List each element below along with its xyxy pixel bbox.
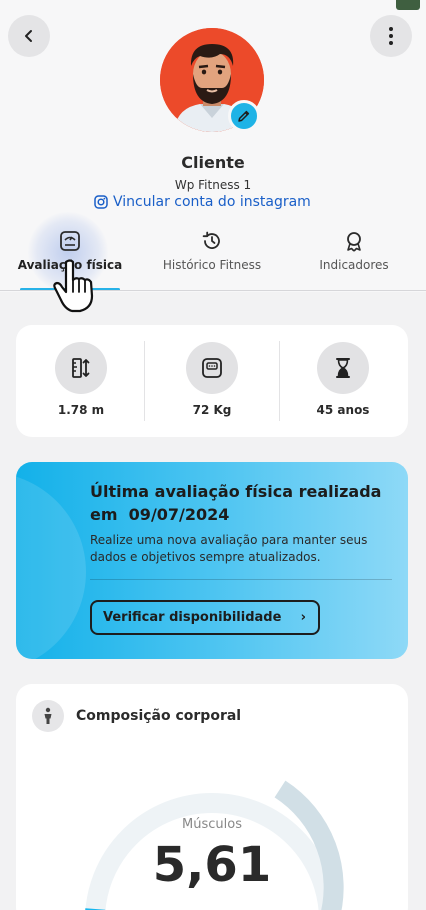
- chevron-right-icon: ›: [300, 610, 306, 625]
- award-icon: [347, 232, 361, 252]
- body-stats-card: 1.78 m 72 Kg 45 anos: [16, 325, 408, 437]
- tab-historico-fitness[interactable]: Histórico Fitness: [152, 230, 272, 290]
- divider: [90, 579, 392, 580]
- person-icon: [44, 707, 52, 724]
- stat-weight: 72 Kg: [147, 325, 277, 437]
- link-instagram-link[interactable]: Vincular conta do instagram: [94, 194, 311, 210]
- chevron-left-icon: [25, 30, 32, 42]
- stat-age: 45 anos: [278, 325, 408, 437]
- check-availability-button[interactable]: Verificar disponibilidade ›: [90, 600, 320, 635]
- button-label: Verificar disponibilidade: [103, 610, 282, 625]
- history-icon: [202, 231, 220, 249]
- more-options-button[interactable]: [370, 15, 412, 57]
- weight-value: 72 Kg: [192, 403, 232, 417]
- stat-icon-circle: [317, 342, 369, 394]
- hourglass-icon: [336, 358, 350, 378]
- stat-height: 1.78 m: [16, 325, 146, 437]
- back-button[interactable]: [8, 15, 50, 57]
- last-evaluation-card: Última avaliação física realizada em 09/…: [16, 462, 408, 659]
- pencil-icon: [238, 110, 250, 122]
- last-evaluation-title: Última avaliação física realizada em 09/…: [90, 480, 390, 526]
- tab-indicadores[interactable]: Indicadores: [294, 230, 414, 290]
- instagram-icon: [94, 195, 108, 209]
- instagram-link-label: Vincular conta do instagram: [113, 194, 311, 210]
- body-composition-card: Composição corporal Músculos 5,61: [16, 684, 408, 910]
- height-value: 1.78 m: [57, 403, 105, 417]
- profile-header: Cliente Wp Fitness 1 Vincular conta do i…: [0, 0, 426, 313]
- gauge-value: 5,61: [152, 837, 272, 893]
- profile-name: Cliente: [181, 153, 245, 172]
- section-icon-circle: [32, 700, 64, 732]
- evaluation-description: Realize uma nova avaliação para manter s…: [90, 533, 368, 564]
- stat-icon-circle: [186, 342, 238, 394]
- scale-icon: [60, 231, 80, 251]
- stat-icon-circle: [55, 342, 107, 394]
- tab-label: Histórico Fitness: [162, 258, 262, 272]
- section-title: Composição corporal: [76, 708, 242, 724]
- scale-icon: [202, 358, 222, 378]
- evaluation-date: 09/07/2024: [128, 505, 230, 524]
- gym-name: Wp Fitness 1: [174, 178, 252, 192]
- edit-avatar-button[interactable]: [228, 100, 260, 132]
- tab-label: Indicadores: [319, 258, 389, 272]
- height-icon: [72, 358, 90, 378]
- divider: [144, 341, 145, 421]
- hand-cursor-icon: [53, 259, 94, 313]
- more-vertical-icon: [389, 27, 393, 45]
- decorative-shape: [16, 472, 86, 659]
- status-indicator: [396, 0, 420, 10]
- gauge-label: Músculos: [182, 817, 242, 832]
- age-value: 45 anos: [316, 403, 370, 417]
